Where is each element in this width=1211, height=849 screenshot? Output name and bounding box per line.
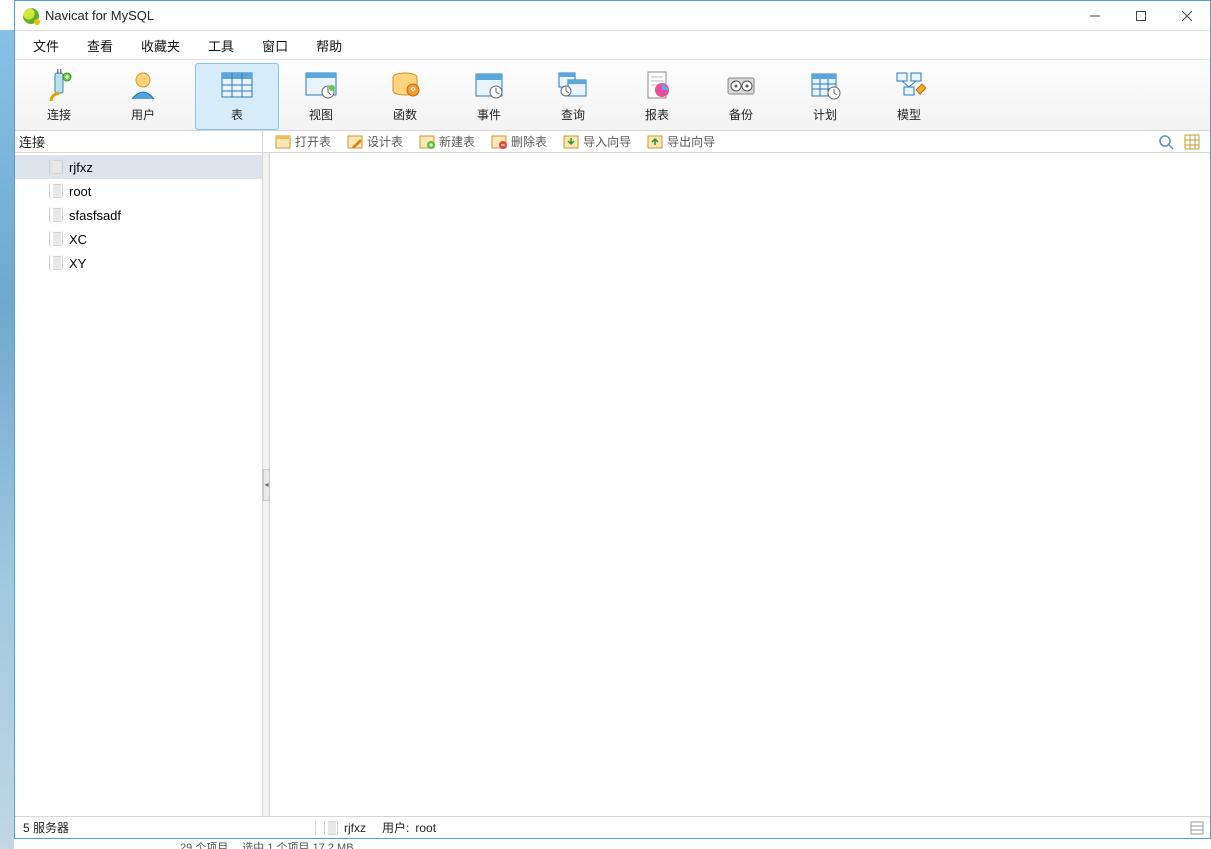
status-current-db: rjfxz <box>316 820 374 836</box>
status-current-user: 用户: root <box>374 819 444 836</box>
splitter-handle[interactable] <box>263 153 270 816</box>
toolbar-label: 连接 <box>47 106 71 123</box>
menu-favorites[interactable]: 收藏夹 <box>127 31 194 59</box>
app-logo-icon <box>23 8 39 24</box>
maximize-button[interactable] <box>1118 1 1164 31</box>
database-icon <box>49 255 63 271</box>
view-icon <box>303 68 339 102</box>
toolbar-query-button[interactable]: 查询 <box>531 63 615 130</box>
sidebar-header-label: 连接 <box>19 132 45 151</box>
database-icon <box>49 183 63 199</box>
sidebar-header: 连接 <box>15 131 263 152</box>
model-icon <box>891 68 927 102</box>
subbar-open-table[interactable]: 打开表 <box>269 132 337 151</box>
subbar-import-wizard[interactable]: 导入向导 <box>557 132 637 151</box>
tree-item[interactable]: root <box>15 179 262 203</box>
window-title: Navicat for MySQL <box>45 8 154 23</box>
subbar-label: 新建表 <box>439 133 475 150</box>
subbar-label: 删除表 <box>511 133 547 150</box>
close-button[interactable] <box>1164 1 1210 31</box>
design-table-icon <box>347 135 363 149</box>
minimize-button[interactable] <box>1072 1 1118 31</box>
grid-view-icon[interactable] <box>1184 134 1200 150</box>
toolbar-function-button[interactable]: 函数 <box>363 63 447 130</box>
event-icon <box>471 68 507 102</box>
query-icon <box>555 68 591 102</box>
toolbar-event-button[interactable]: 事件 <box>447 63 531 130</box>
subbar-new-table[interactable]: 新建表 <box>413 132 481 151</box>
content-area <box>270 153 1210 816</box>
client-area: rjfxz root sfasfsadf XC XY <box>15 153 1210 816</box>
backup-icon <box>723 68 759 102</box>
toolbar-user-button[interactable]: 用户 <box>101 63 185 130</box>
menu-file[interactable]: 文件 <box>19 31 73 59</box>
status-detail-icon[interactable] <box>1184 821 1210 835</box>
toolbar-connect-button[interactable]: 连接 <box>17 63 101 130</box>
toolbar-label: 模型 <box>897 106 921 123</box>
plug-icon <box>41 68 77 102</box>
menu-tools[interactable]: 工具 <box>194 31 248 59</box>
app-window: Navicat for MySQL 文件 查看 收藏夹 工具 窗口 帮助 <box>14 0 1211 839</box>
open-table-icon <box>275 135 291 149</box>
toolbar-label: 用户 <box>131 106 155 123</box>
tree-item[interactable]: XC <box>15 227 262 251</box>
report-icon <box>639 68 675 102</box>
new-table-icon <box>419 135 435 149</box>
import-icon <box>563 135 579 149</box>
connection-tree: rjfxz root sfasfsadf XC XY <box>15 153 262 816</box>
toolbar-label: 计划 <box>813 106 837 123</box>
menubar: 文件 查看 收藏夹 工具 窗口 帮助 <box>15 31 1210 59</box>
tree-item[interactable]: rjfxz <box>15 155 262 179</box>
delete-table-icon <box>491 135 507 149</box>
statusbar: 5 服务器 rjfxz 用户: root <box>15 816 1210 838</box>
subbar-label: 导出向导 <box>667 133 715 150</box>
tree-item-label: root <box>69 184 91 199</box>
subbar-label: 打开表 <box>295 133 331 150</box>
tree-item-label: rjfxz <box>69 160 93 175</box>
connection-sidebar: rjfxz root sfasfsadf XC XY <box>15 153 263 816</box>
tree-item-label: XY <box>69 256 86 271</box>
toolbar-label: 查询 <box>561 106 585 123</box>
tree-item-label: sfasfsadf <box>69 208 121 223</box>
toolbar-label: 事件 <box>477 106 501 123</box>
sub-toolbar: 连接 打开表 设计表 新建表 删除表 导入向导 <box>15 131 1210 153</box>
toolbar-label: 表 <box>231 106 243 123</box>
toolbar-report-button[interactable]: 报表 <box>615 63 699 130</box>
toolbar-label: 函数 <box>393 106 417 123</box>
subbar-label: 设计表 <box>367 133 403 150</box>
export-icon <box>647 135 663 149</box>
toolbar-label: 报表 <box>645 106 669 123</box>
database-icon <box>324 820 338 836</box>
subbar-design-table[interactable]: 设计表 <box>341 132 409 151</box>
tree-item[interactable]: sfasfsadf <box>15 203 262 227</box>
user-icon <box>125 68 161 102</box>
tree-item-label: XC <box>69 232 87 247</box>
menu-window[interactable]: 窗口 <box>248 31 302 59</box>
subbar-label: 导入向导 <box>583 133 631 150</box>
os-taskbar-fragment: 29 个项目 选中 1 个项目 17.2 MB <box>180 839 354 849</box>
tree-item[interactable]: XY <box>15 251 262 275</box>
database-icon <box>49 207 63 223</box>
search-icon[interactable] <box>1158 134 1174 150</box>
menu-help[interactable]: 帮助 <box>302 31 356 59</box>
function-icon <box>387 68 423 102</box>
desktop-background-strip <box>0 30 14 849</box>
database-icon <box>49 159 63 175</box>
status-server-count: 5 服务器 <box>15 819 315 836</box>
toolbar-schedule-button[interactable]: 计划 <box>783 63 867 130</box>
toolbar-table-button[interactable]: 表 <box>195 63 279 130</box>
toolbar-view-button[interactable]: 视图 <box>279 63 363 130</box>
main-toolbar: 连接 用户 <box>15 59 1210 131</box>
table-icon <box>219 68 255 102</box>
subbar-export-wizard[interactable]: 导出向导 <box>641 132 721 151</box>
toolbar-label: 视图 <box>309 106 333 123</box>
titlebar: Navicat for MySQL <box>15 1 1210 31</box>
subbar-delete-table[interactable]: 删除表 <box>485 132 553 151</box>
menu-view[interactable]: 查看 <box>73 31 127 59</box>
toolbar-model-button[interactable]: 模型 <box>867 63 951 130</box>
toolbar-label: 备份 <box>729 106 753 123</box>
database-icon <box>49 231 63 247</box>
schedule-icon <box>807 68 843 102</box>
toolbar-backup-button[interactable]: 备份 <box>699 63 783 130</box>
